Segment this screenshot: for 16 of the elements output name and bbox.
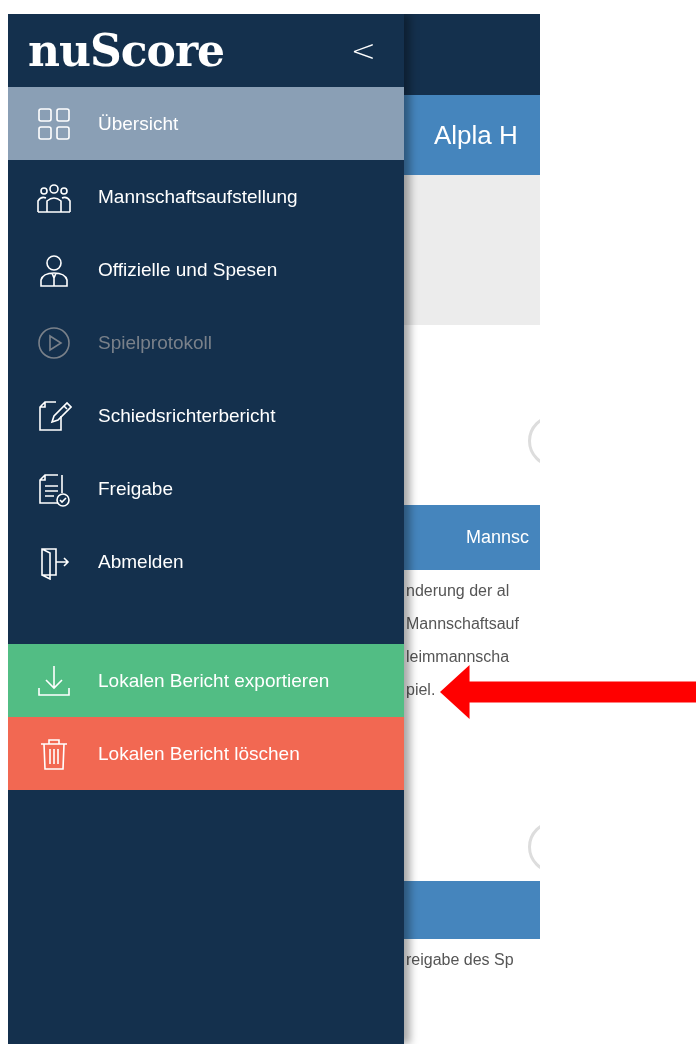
- body-text: piel.: [406, 680, 437, 700]
- app-logo: nuScore: [28, 25, 225, 76]
- body-text: leimmannscha: [406, 647, 511, 667]
- body-text: reigabe des Sp: [406, 950, 515, 970]
- body-text: nderung der al: [406, 581, 511, 601]
- menu-item[interactable]: Mannschaftsaufstellung: [8, 160, 404, 233]
- collapse-button[interactable]: <: [350, 33, 376, 68]
- menu-item[interactable]: Offizielle und Spesen: [8, 233, 404, 306]
- grid-icon: [36, 105, 72, 142]
- menu-item[interactable]: Freigabe: [8, 452, 404, 525]
- body-text: Mannschaftsauf: [406, 614, 520, 634]
- menu-item[interactable]: Abmelden: [8, 525, 404, 598]
- menu-item[interactable]: Schiedsrichterbericht: [8, 379, 404, 452]
- page-title: Alpla H: [434, 119, 518, 151]
- section-title: Mannsc: [466, 527, 530, 548]
- play-icon: [36, 324, 72, 361]
